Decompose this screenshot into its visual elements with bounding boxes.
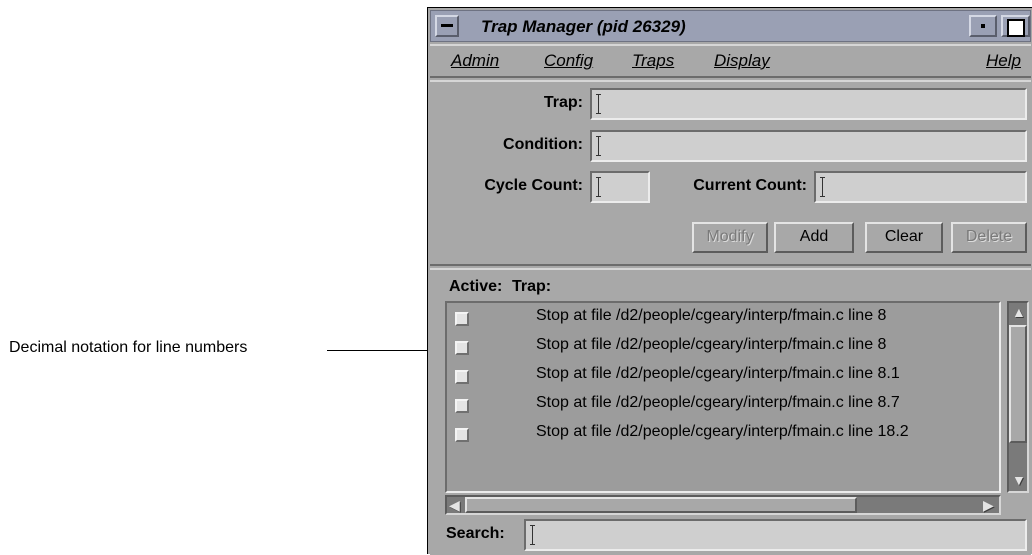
menu-config-label: Config [544,51,594,70]
annotation-label: Decimal notation for line numbers [9,339,248,356]
active-checkbox[interactable] [455,370,469,384]
list-item[interactable]: Stop at file /d2/people/cgeary/interp/fm… [447,390,999,417]
minimize-button[interactable] [969,15,997,37]
scroll-up-icon[interactable]: ▲ [1012,305,1026,319]
menu-traps-label: Traps [632,51,675,70]
vertical-scroll-thumb[interactable] [1009,325,1027,443]
text-cursor-icon [596,177,601,197]
trap-list[interactable]: Stop at file /d2/people/cgeary/interp/fm… [445,301,1001,493]
menu-config[interactable]: Config [544,51,593,71]
trap-manager-window: Trap Manager (pid 26329) Admin Config Tr… [427,7,1032,555]
text-cursor-icon [596,94,601,114]
maximize-button[interactable] [1001,15,1030,37]
window-menu-button[interactable] [435,15,459,37]
text-cursor-icon [820,177,825,197]
menu-bar: Admin Config Traps Display Help [430,44,1031,78]
search-label: Search: [446,525,505,542]
cycle-count-label: Cycle Count: [484,177,583,194]
active-column-header: Active: [449,278,503,295]
trap-description: Stop at file /d2/people/cgeary/interp/fm… [536,423,909,440]
trap-description: Stop at file /d2/people/cgeary/interp/fm… [536,336,887,353]
add-button[interactable]: Add [774,222,854,253]
condition-input[interactable] [590,130,1027,162]
list-item[interactable]: Stop at file /d2/people/cgeary/interp/fm… [447,361,999,388]
vertical-scrollbar[interactable]: ▲ ▼ [1007,301,1029,493]
list-item[interactable]: Stop at file /d2/people/cgeary/interp/fm… [447,332,999,359]
scroll-left-icon[interactable]: ◀ [449,498,460,512]
modify-button[interactable]: Modify [692,222,768,253]
scroll-down-icon[interactable]: ▼ [1012,473,1026,487]
trap-description: Stop at file /d2/people/cgeary/interp/fm… [536,307,887,324]
scroll-right-icon[interactable]: ▶ [983,498,994,512]
text-cursor-icon [596,136,601,156]
trap-description: Stop at file /d2/people/cgeary/interp/fm… [536,394,900,411]
horizontal-scrollbar[interactable]: ◀ ▶ [445,495,1001,515]
text-cursor-icon [530,525,535,545]
menu-admin[interactable]: Admin [451,51,499,71]
trap-description: Stop at file /d2/people/cgeary/interp/fm… [536,365,900,382]
current-count-input[interactable] [814,171,1027,203]
menu-traps[interactable]: Traps [632,51,674,71]
trap-column-header: Trap: [512,278,552,295]
menu-admin-label: Admin [451,51,500,70]
current-count-label: Current Count: [693,177,807,194]
active-checkbox[interactable] [455,312,469,326]
menu-help[interactable]: Help [986,51,1021,71]
trap-label: Trap: [543,94,583,111]
active-checkbox[interactable] [455,399,469,413]
clear-button[interactable]: Clear [865,222,943,253]
trap-input[interactable] [590,88,1027,120]
title-bar: Trap Manager (pid 26329) [430,10,1031,42]
menu-help-label: Help [986,51,1021,70]
window-title: Trap Manager (pid 26329) [481,17,686,36]
horizontal-scroll-thumb[interactable] [465,497,857,513]
menu-display-label: Display [714,51,770,70]
search-input[interactable] [524,519,1027,551]
condition-label: Condition: [503,136,583,153]
active-checkbox[interactable] [455,428,469,442]
list-item[interactable]: Stop at file /d2/people/cgeary/interp/fm… [447,419,999,446]
list-item[interactable]: Stop at file /d2/people/cgeary/interp/fm… [447,303,999,330]
menu-display[interactable]: Display [714,51,770,71]
delete-button[interactable]: Delete [951,222,1027,253]
active-checkbox[interactable] [455,341,469,355]
trap-list-section: Active: Trap: Stop at file /d2/people/cg… [430,268,1031,555]
cycle-count-input[interactable] [590,171,650,203]
trap-form: Trap: Condition: Cycle Count: Current Co… [430,80,1031,266]
